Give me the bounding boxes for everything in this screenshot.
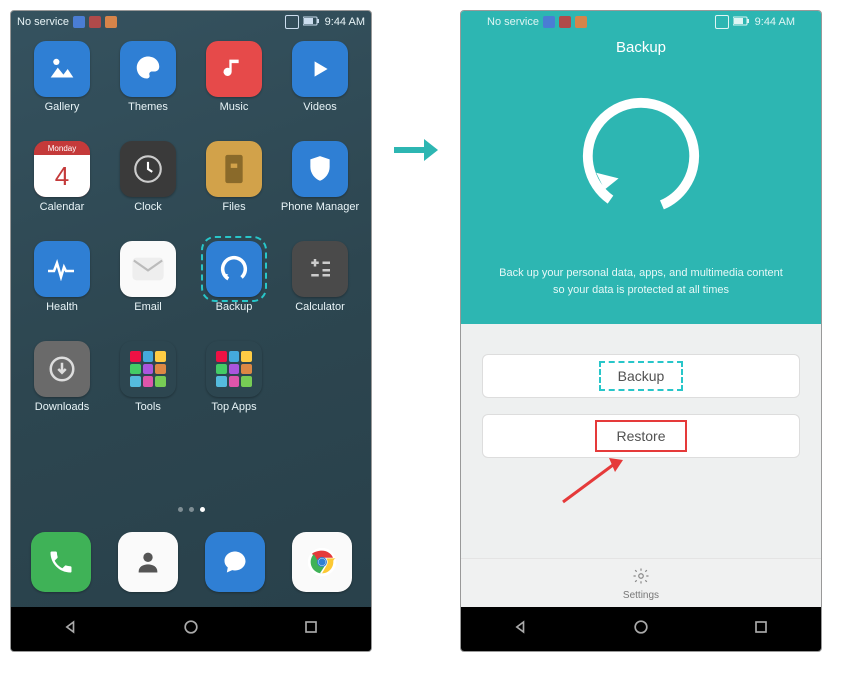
settings-label: Settings [623, 590, 659, 601]
folder-icon [206, 341, 262, 397]
videos-icon [292, 41, 348, 97]
clock-icon [120, 141, 176, 197]
app-themes[interactable]: Themes [105, 41, 191, 141]
shield-icon [292, 141, 348, 197]
backup-hero-icon [481, 86, 801, 231]
app-label: Phone Manager [281, 201, 359, 213]
music-icon [206, 41, 262, 97]
app-backup[interactable]: Backup [191, 241, 277, 341]
app-health[interactable]: Health [19, 241, 105, 341]
home-button[interactable] [181, 617, 201, 642]
app-clock[interactable]: Clock [105, 141, 191, 241]
app-label: Calculator [295, 301, 345, 313]
tutorial-highlight [201, 236, 267, 302]
back-button[interactable] [61, 617, 81, 642]
home-button[interactable] [631, 617, 651, 642]
themes-icon [120, 41, 176, 97]
nav-bar [11, 607, 371, 651]
app-downloads[interactable]: Downloads [19, 341, 105, 441]
nfc-icon [715, 15, 729, 29]
app-label: Music [220, 101, 249, 113]
app-label: Top Apps [211, 401, 256, 413]
battery-icon [733, 16, 751, 29]
status-time: 9:44 AM [755, 16, 795, 28]
status-icon [559, 16, 571, 28]
status-icon [575, 16, 587, 28]
app-label: Downloads [35, 401, 89, 413]
status-time: 9:44 AM [325, 16, 365, 28]
calc-icon [292, 241, 348, 297]
phone-backup-app: No service 9:44 AM Backup Back up your p… [460, 10, 822, 652]
back-button[interactable] [511, 617, 531, 642]
backup-description: Back up your personal data, apps, and mu… [481, 265, 801, 298]
buttons-area: Backup Restore [461, 324, 821, 558]
status-icon [89, 16, 101, 28]
app-email[interactable]: Email [105, 241, 191, 341]
app-phone-manager[interactable]: Phone Manager [277, 141, 363, 241]
calendar-icon: Monday4 [34, 141, 90, 197]
app-calendar[interactable]: Monday4 Calendar [19, 141, 105, 241]
app-music[interactable]: Music [191, 41, 277, 141]
contacts-app[interactable] [118, 532, 178, 592]
folder-icon [120, 341, 176, 397]
restore-button-label: Restore [616, 428, 665, 444]
dock [11, 517, 371, 607]
recent-button[interactable] [301, 617, 321, 642]
recent-button[interactable] [751, 617, 771, 642]
gallery-icon [34, 41, 90, 97]
page-indicator [11, 501, 371, 517]
flow-arrow [392, 0, 440, 470]
backup-button-label: Backup [618, 368, 665, 384]
backup-icon [206, 241, 262, 297]
nav-bar [461, 607, 821, 651]
app-label: Gallery [45, 101, 80, 113]
page-title: Backup [481, 39, 801, 56]
app-label: Clock [134, 201, 162, 213]
backup-hero: No service 9:44 AM Backup Back up your p… [461, 11, 821, 324]
no-service-text: No service [487, 16, 539, 28]
download-icon [34, 341, 90, 397]
app-tools[interactable]: Tools [105, 341, 191, 441]
app-videos[interactable]: Videos [277, 41, 363, 141]
status-icon [105, 16, 117, 28]
nfc-icon [285, 15, 299, 29]
app-top-apps[interactable]: Top Apps [191, 341, 277, 441]
app-label: Themes [128, 101, 168, 113]
app-label: Tools [135, 401, 161, 413]
tutorial-arrow [559, 456, 629, 506]
battery-icon [303, 16, 321, 29]
status-icon [543, 16, 555, 28]
app-label: Videos [303, 101, 336, 113]
phone-home-screen: No service 9:44 AM Gallery Themes Music Vid… [10, 10, 372, 652]
app-label: Health [46, 301, 78, 313]
app-files[interactable]: Files [191, 141, 277, 241]
settings-button[interactable]: Settings [461, 558, 821, 607]
status-icon [73, 16, 85, 28]
messages-app[interactable] [205, 532, 265, 592]
status-bar: No service 9:44 AM [11, 11, 371, 33]
app-gallery[interactable]: Gallery [19, 41, 105, 141]
restore-button[interactable]: Restore [482, 414, 800, 458]
app-calculator[interactable]: Calculator [277, 241, 363, 341]
email-icon [120, 241, 176, 297]
app-label: Backup [216, 301, 253, 313]
health-icon [34, 241, 90, 297]
app-label: Files [222, 201, 245, 213]
chrome-app[interactable] [292, 532, 352, 592]
no-service-text: No service [17, 16, 69, 28]
backup-button[interactable]: Backup [482, 354, 800, 398]
phone-app[interactable] [31, 532, 91, 592]
files-icon [206, 141, 262, 197]
app-label: Calendar [40, 201, 85, 213]
app-label: Email [134, 301, 162, 313]
gear-icon [632, 567, 650, 588]
apps-grid: Gallery Themes Music Videos Monday4 Calendar C… [11, 33, 371, 501]
